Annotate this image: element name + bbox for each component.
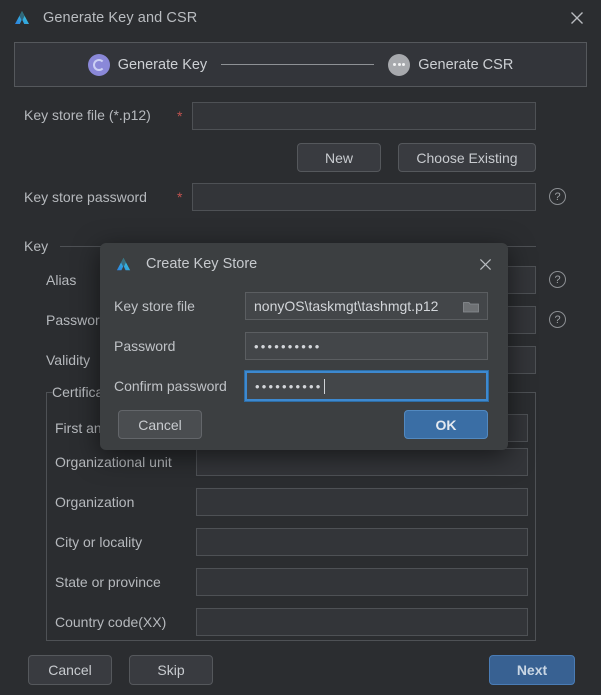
city-or-locality-input[interactable]	[196, 528, 528, 556]
question-mark-icon[interactable]: ?	[549, 188, 566, 205]
next-button[interactable]: Next	[489, 655, 575, 685]
close-icon[interactable]	[565, 6, 589, 30]
state-or-province-input[interactable]	[196, 568, 528, 596]
key-group-title: Key	[24, 238, 55, 254]
wizard-stepper: Generate Key Generate CSR	[14, 42, 587, 87]
organization-label: Organization	[55, 494, 135, 510]
create-key-store-dialog: Create Key Store Key store file nonyOS\t…	[100, 243, 508, 450]
modal-confirm-password-value: ••••••••••	[255, 378, 323, 394]
choose-existing-button[interactable]: Choose Existing	[398, 143, 536, 172]
step-generate-csr-label: Generate CSR	[418, 56, 514, 73]
android-studio-logo-icon	[11, 7, 33, 29]
key-password-label: Password	[46, 312, 108, 328]
keystore-file-label-row: Key store file (*.p12)	[24, 107, 184, 123]
text-caret	[323, 378, 325, 394]
modal-confirm-password-label: Confirm password	[114, 378, 227, 394]
keystore-password-required-marker: *	[177, 189, 183, 205]
modal-confirm-password-input[interactable]: ••••••••••	[244, 370, 489, 402]
question-mark-icon[interactable]: ?	[549, 271, 566, 288]
organizational-unit-input[interactable]	[196, 448, 528, 476]
step-generate-key-label: Generate Key	[117, 56, 208, 73]
stepper-connector	[221, 64, 375, 65]
country-code-label: Country code(XX)	[55, 614, 167, 630]
step-generate-key[interactable]: Generate Key	[87, 53, 208, 76]
organizational-unit-label: Organizational unit	[55, 454, 172, 470]
keystore-password-label: Key store password	[24, 189, 147, 205]
question-mark-icon[interactable]: ?	[549, 311, 566, 328]
modal-keystore-file-input[interactable]: nonyOS\taskmgt\tashmgt.p12	[245, 292, 488, 320]
folder-icon[interactable]	[463, 300, 479, 313]
modal-password-input[interactable]: ••••••••••	[245, 332, 488, 360]
skip-button[interactable]: Skip	[129, 655, 213, 685]
modal-title-bar: Create Key Store	[100, 243, 508, 285]
window-title: Generate Key and CSR	[43, 10, 198, 26]
country-code-input[interactable]	[196, 608, 528, 636]
validity-label: Validity	[46, 352, 91, 368]
modal-password-value: ••••••••••	[254, 338, 322, 354]
modal-keystore-file-label: Key store file	[114, 298, 195, 314]
keystore-file-input[interactable]	[192, 102, 536, 130]
android-studio-logo-icon	[114, 254, 134, 274]
title-bar: Generate Key and CSR	[0, 0, 601, 36]
ellipsis-circle-icon	[388, 53, 411, 76]
city-or-locality-label: City or locality	[55, 534, 143, 550]
close-icon[interactable]	[474, 253, 496, 275]
cancel-button[interactable]: Cancel	[28, 655, 112, 685]
state-or-province-label: State or province	[55, 574, 161, 590]
modal-password-label: Password	[114, 338, 176, 354]
step-generate-csr[interactable]: Generate CSR	[388, 53, 514, 76]
organization-input[interactable]	[196, 488, 528, 516]
alias-label: Alias	[46, 272, 77, 288]
keystore-password-label-row: Key store password	[24, 189, 147, 205]
modal-title: Create Key Store	[146, 256, 258, 272]
keystore-password-input[interactable]	[192, 183, 536, 211]
modal-keystore-file-value: nonyOS\taskmgt\tashmgt.p12	[254, 298, 439, 314]
keystore-file-required-marker: *	[177, 108, 183, 124]
keystore-file-label: Key store file (*.p12)	[24, 107, 151, 123]
new-button[interactable]: New	[297, 143, 381, 172]
modal-ok-button[interactable]: OK	[404, 410, 488, 439]
modal-cancel-button[interactable]: Cancel	[118, 410, 202, 439]
spinner-circle-icon	[87, 53, 110, 76]
generate-key-and-csr-window: Generate Key and CSR Generate Key Genera…	[0, 0, 601, 695]
